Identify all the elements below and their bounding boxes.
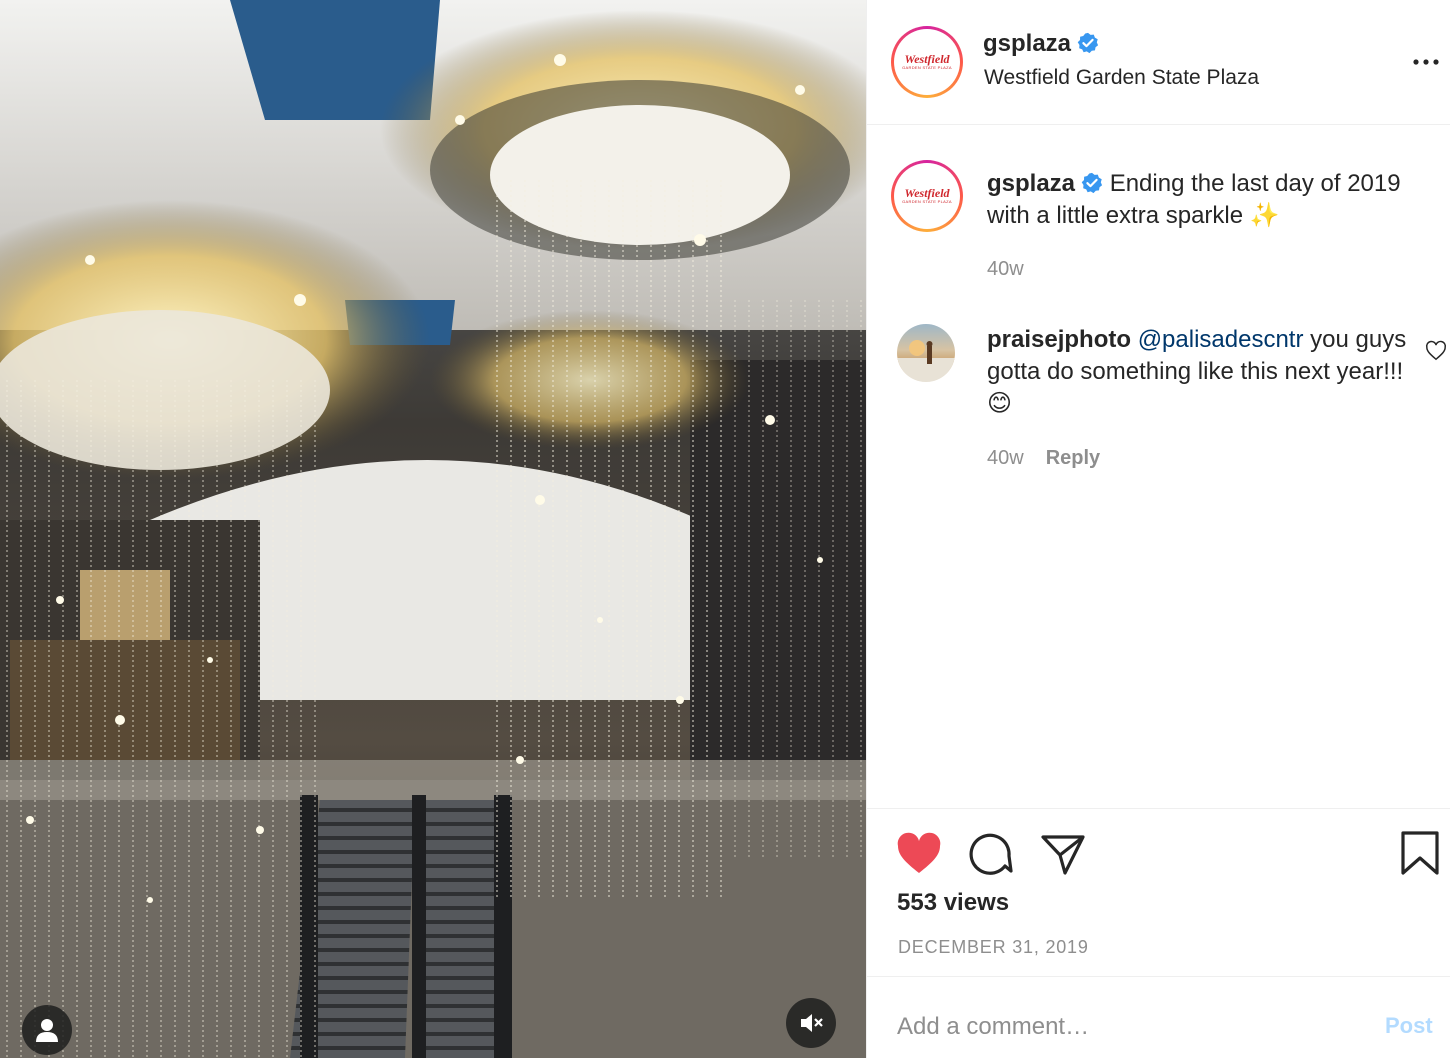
post-header: Westfield GARDEN STATE PLAZA gsplaza Wes…: [867, 0, 1450, 125]
caption-avatar[interactable]: Westfield GARDEN STATE PLAZA: [891, 160, 963, 232]
account-username[interactable]: gsplaza: [983, 30, 1071, 57]
heart-filled-icon[interactable]: [895, 831, 943, 877]
share-icon[interactable]: [1039, 831, 1087, 877]
comment-timestamp[interactable]: 40w: [987, 447, 1024, 469]
caption-timestamp[interactable]: 40w: [987, 258, 1024, 281]
more-icon[interactable]: [1411, 50, 1441, 74]
logo-subtext: GARDEN STATE PLAZA: [902, 199, 952, 204]
commenter-photo: [897, 340, 955, 382]
mute-button[interactable]: [786, 998, 836, 1048]
reply-button[interactable]: Reply: [1046, 447, 1100, 469]
account-username-row: gsplaza: [983, 30, 1099, 58]
post-location[interactable]: Westfield Garden State Plaza: [984, 66, 1259, 90]
add-comment-bar: Post: [867, 976, 1450, 1058]
comment-mention[interactable]: @palisadescntr: [1138, 326, 1304, 353]
caption-username[interactable]: gsplaza: [987, 170, 1075, 197]
view-count[interactable]: 553 views: [897, 889, 1009, 917]
comment-icon[interactable]: [967, 831, 1015, 877]
post-media[interactable]: [0, 0, 866, 1058]
comment-input[interactable]: [897, 1007, 1337, 1047]
comment-body: praisejphoto @palisadescntr you guys got…: [987, 324, 1407, 420]
user-icon: [36, 1019, 58, 1042]
post-comment-button[interactable]: Post: [1385, 1013, 1433, 1039]
post-sidebar: Westfield GARDEN STATE PLAZA gsplaza Wes…: [866, 0, 1450, 1058]
post-actions: 553 views DECEMBER 31, 2019: [867, 808, 1450, 976]
logo-subtext: GARDEN STATE PLAZA: [902, 65, 952, 70]
verified-icon: [1081, 172, 1103, 194]
post-date[interactable]: DECEMBER 31, 2019: [898, 937, 1089, 958]
comment-meta: 40w Reply: [987, 447, 1100, 470]
verified-icon: [1077, 32, 1099, 54]
logo-text: Westfield: [904, 52, 950, 66]
mute-icon: [801, 1014, 823, 1032]
account-avatar[interactable]: Westfield GARDEN STATE PLAZA: [891, 26, 963, 98]
bookmark-icon[interactable]: [1397, 831, 1445, 877]
logo-text: Westfield: [904, 186, 950, 200]
heart-outline-icon[interactable]: [1425, 340, 1447, 362]
comment-username[interactable]: praisejphoto: [987, 326, 1131, 353]
caption-text: gsplaza Ending the last day of 2019 with…: [987, 168, 1447, 232]
tagged-users-button[interactable]: [22, 1005, 72, 1055]
post-image: [0, 0, 866, 1058]
commenter-avatar[interactable]: [897, 324, 955, 382]
